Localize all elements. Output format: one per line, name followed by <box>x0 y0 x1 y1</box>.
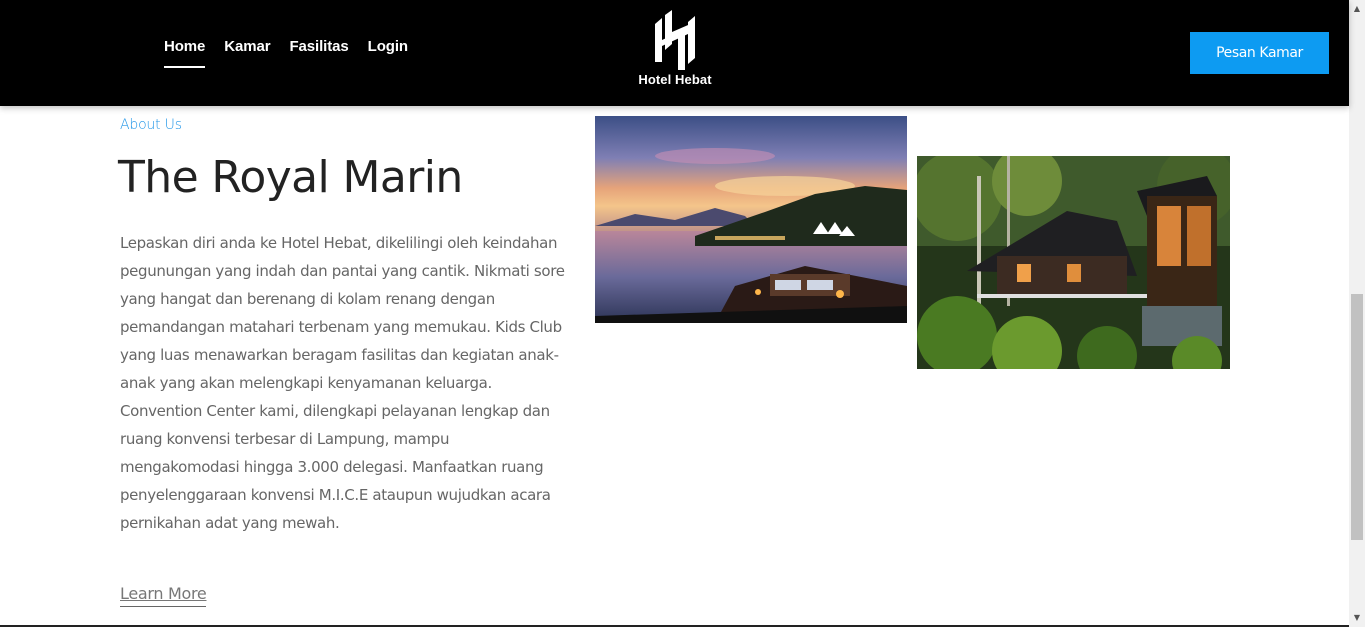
page-scrollbar[interactable]: ▲ ▼ <box>1349 0 1365 627</box>
page-title: The Royal Marin <box>118 152 463 203</box>
main-nav: Home Kamar Fasilitas Login <box>164 38 408 68</box>
learn-more-link[interactable]: Learn More <box>120 584 207 607</box>
scroll-up-icon[interactable]: ▲ <box>1352 4 1362 14</box>
scroll-down-icon[interactable]: ▼ <box>1352 613 1362 623</box>
nav-item-home[interactable]: Home <box>164 38 205 68</box>
nav-item-fasilitas[interactable]: Fasilitas <box>289 38 348 68</box>
book-room-button[interactable]: Pesan Kamar <box>1190 32 1329 74</box>
nav-item-login[interactable]: Login <box>368 38 408 68</box>
site-header: Home Kamar Fasilitas Login Hotel Hebat P… <box>0 0 1349 106</box>
scroll-thumb[interactable] <box>1351 294 1363 540</box>
about-description: Lepaskan diri anda ke Hotel Hebat, dikel… <box>120 234 565 532</box>
jungle-villa-photo <box>917 156 1230 369</box>
hh-monogram-icon <box>655 10 695 70</box>
sunset-lagoon-photo <box>595 116 907 323</box>
nav-item-kamar[interactable]: Kamar <box>224 38 270 68</box>
brand-name: Hotel Hebat <box>638 72 712 87</box>
section-label: About Us <box>120 117 182 133</box>
brand-logo[interactable]: Hotel Hebat <box>628 10 722 87</box>
